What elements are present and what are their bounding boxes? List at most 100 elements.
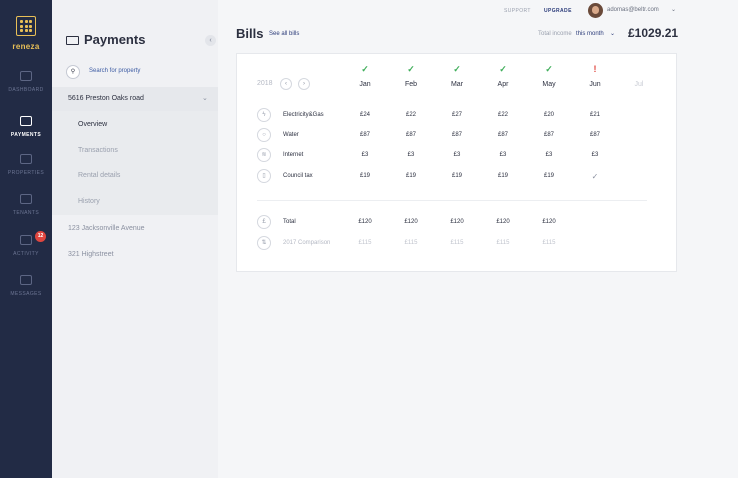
check-icon: ✓ (499, 64, 507, 74)
nav-label: TENANTS (12, 210, 40, 216)
nav-item-properties[interactable]: PROPERTIES (0, 150, 52, 184)
wallet-icon (20, 116, 32, 126)
document-icon: ▯ (257, 169, 271, 183)
see-all-bills-link[interactable]: See all bills (269, 31, 299, 37)
property-item-active[interactable]: 5616 Preston Oaks road ⌄ (52, 87, 218, 111)
pound-icon: £ (257, 215, 271, 229)
check-icon: ✓ (591, 172, 599, 181)
bill-amount: £115 (404, 240, 418, 246)
bill-amount: £21 (589, 112, 600, 118)
bill-amount: £24 (359, 112, 370, 118)
nav-label: ACTIVITY (13, 251, 39, 257)
dashboard-icon (20, 71, 32, 81)
property-name: 5616 Preston Oaks road (68, 95, 144, 102)
divider (257, 200, 647, 201)
bill-amount: £3 (453, 152, 461, 158)
bill-amount: £19 (359, 173, 370, 179)
collapse-panel-button[interactable]: ‹ (205, 35, 216, 46)
subnav-history[interactable]: History (78, 198, 100, 205)
notification-badge: 12 (35, 231, 46, 242)
month-header[interactable]: Jan (350, 81, 380, 88)
nav-item-tenants[interactable]: TENANTS (0, 190, 52, 224)
check-icon: ✓ (407, 64, 415, 74)
property-search[interactable]: ⚲ Search for property (66, 65, 206, 79)
bill-amount: £22 (405, 112, 416, 118)
income-total: £1029.21 (628, 26, 679, 40)
subnav-rental-details[interactable]: Rental details (78, 172, 120, 179)
income-period-select[interactable]: this month (576, 31, 604, 37)
nav-label: PROPERTIES (7, 170, 45, 176)
upgrade-link[interactable]: UPGRADE (544, 8, 572, 14)
bill-label: Total (283, 219, 296, 225)
nav-label: DASHBOARD (8, 87, 44, 93)
droplet-icon: ○ (257, 128, 271, 142)
bill-amount: £87 (543, 132, 554, 138)
next-arrow-icon[interactable]: › (298, 78, 310, 90)
bill-label: Council tax (283, 173, 313, 179)
property-item[interactable]: 123 Jacksonville Avenue (68, 225, 145, 232)
search-label[interactable]: Search for property (89, 68, 140, 74)
nav-rail: reneza DASHBOARD PAYMENTS PROPERTIES TENANT… (0, 0, 52, 478)
check-icon: ✓ (453, 64, 461, 74)
bell-icon (20, 235, 32, 245)
page-title: Bills (236, 26, 264, 41)
subnav-transactions[interactable]: Transactions (78, 147, 118, 154)
nav-item-messages[interactable]: MESSAGES (0, 271, 52, 305)
bill-label: Electricity&Gas (283, 112, 324, 118)
logo-icon[interactable] (16, 16, 36, 36)
bill-amount: £115 (496, 240, 510, 246)
chevron-down-icon[interactable]: ⌄ (610, 30, 615, 37)
nav-item-activity[interactable]: ACTIVITY 12 (0, 231, 52, 265)
panel-title: Payments (84, 32, 146, 47)
avatar[interactable] (588, 3, 603, 18)
bill-label: 2017 Comparison (283, 240, 331, 246)
month-header[interactable]: Apr (488, 81, 518, 88)
bill-amount: £120 (404, 219, 418, 225)
user-email[interactable]: adomas@beltr.com (607, 7, 659, 13)
bill-amount: £120 (358, 219, 372, 225)
year-label: 2018 (257, 80, 273, 87)
people-icon (20, 194, 32, 204)
house-icon (20, 154, 32, 164)
nav-label: PAYMENTS (10, 132, 42, 138)
bills-table: 2018 ‹ › ✓ Jan ✓ Feb ✓ Mar ✓ Apr ✓ May! Jun Jul ϟ Ele… (236, 53, 677, 272)
bill-amount: £87 (405, 132, 416, 138)
check-icon: ✓ (361, 64, 369, 74)
chevron-down-icon[interactable]: ⌄ (671, 6, 676, 13)
wallet-icon (66, 36, 79, 45)
month-header[interactable]: Jul (624, 81, 654, 88)
prev-arrow-icon[interactable]: ‹ (280, 78, 292, 90)
main-content: SUPPORT UPGRADE adomas@beltr.com ⌄ Bills… (218, 0, 738, 478)
bill-amount: £3 (545, 152, 553, 158)
bill-amount: £19 (405, 173, 416, 179)
search-icon[interactable]: ⚲ (66, 65, 80, 79)
bill-amount: £120 (496, 219, 510, 225)
bill-amount: £19 (543, 173, 554, 179)
check-icon: ✓ (545, 64, 553, 74)
property-item[interactable]: 321 Highstreet (68, 251, 114, 258)
nav-item-dashboard[interactable]: DASHBOARD (0, 67, 52, 101)
month-header[interactable]: May (534, 81, 564, 88)
nav-label: MESSAGES (10, 291, 42, 297)
bill-amount: £120 (542, 219, 556, 225)
swap-icon: ⇅ (257, 236, 271, 250)
bill-amount: £3 (591, 152, 599, 158)
support-link[interactable]: SUPPORT (504, 8, 531, 14)
envelope-icon (20, 275, 32, 285)
month-header[interactable]: Feb (396, 81, 426, 88)
bill-amount: £3 (361, 152, 369, 158)
lightning-icon: ϟ (257, 108, 271, 122)
nav-item-payments[interactable]: PAYMENTS (0, 112, 52, 146)
bill-amount: £115 (450, 240, 464, 246)
bill-label: Internet (283, 152, 304, 158)
chevron-down-icon[interactable]: ⌄ (202, 94, 208, 102)
bill-amount: £22 (497, 112, 508, 118)
subnav-overview[interactable]: Overview (78, 121, 107, 128)
bill-amount: £19 (497, 173, 508, 179)
bill-amount: £87 (589, 132, 600, 138)
warning-icon: ! (593, 64, 597, 74)
month-header[interactable]: Jun (580, 81, 610, 88)
month-header[interactable]: Mar (442, 81, 472, 88)
wifi-icon: ≋ (257, 148, 271, 162)
bill-amount: £20 (543, 112, 554, 118)
